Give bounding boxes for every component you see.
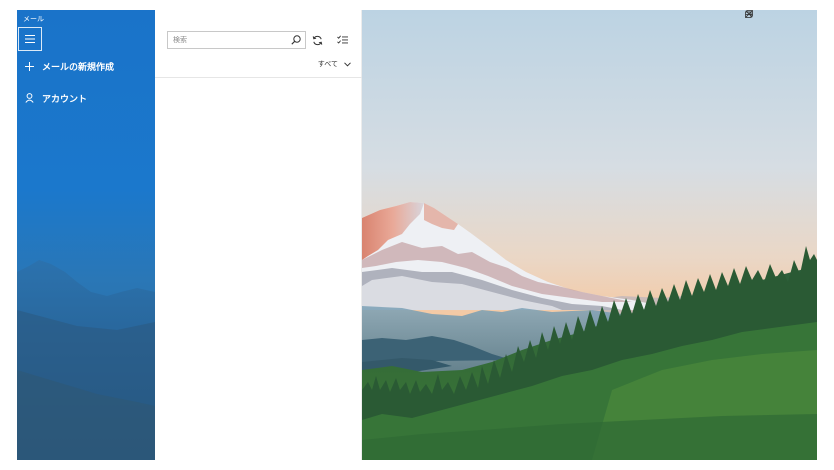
sync-icon (312, 35, 322, 45)
accounts-button[interactable]: アカウント (17, 87, 155, 109)
new-mail-button[interactable]: メールの新規作成 (17, 55, 155, 77)
person-icon (17, 93, 41, 103)
navigation-pane: メール メールの新規作成 アカウント (17, 10, 155, 460)
selection-mode-button[interactable] (333, 31, 351, 49)
close-icon (745, 10, 753, 18)
hamburger-icon (25, 35, 35, 43)
sidebar-background-image (17, 260, 155, 460)
window-controls (745, 10, 817, 27)
filter-label: すべて (317, 60, 338, 68)
restore-button[interactable] (745, 10, 793, 27)
chevron-down-icon (344, 61, 351, 67)
reading-pane-background-image (362, 10, 817, 460)
filter-dropdown[interactable]: すべて (318, 59, 351, 69)
sync-button[interactable] (308, 31, 326, 49)
new-mail-label: メールの新規作成 (42, 62, 115, 73)
mountain-landscape-image (362, 10, 817, 460)
selection-mode-icon (336, 35, 348, 44)
search-box (167, 31, 306, 49)
mail-app-window: メール メールの新規作成 アカウント 検索 すべて (17, 10, 817, 460)
search-button[interactable] (287, 32, 305, 48)
search-input[interactable] (168, 33, 288, 47)
message-list-pane: すべて (155, 10, 362, 460)
accounts-label: アカウント (42, 94, 88, 105)
close-button[interactable] (745, 10, 817, 27)
menu-toggle-button[interactable] (18, 27, 42, 51)
search-icon (291, 35, 301, 45)
list-divider (155, 77, 362, 78)
plus-icon (17, 61, 41, 71)
app-title: メール (23, 15, 44, 23)
